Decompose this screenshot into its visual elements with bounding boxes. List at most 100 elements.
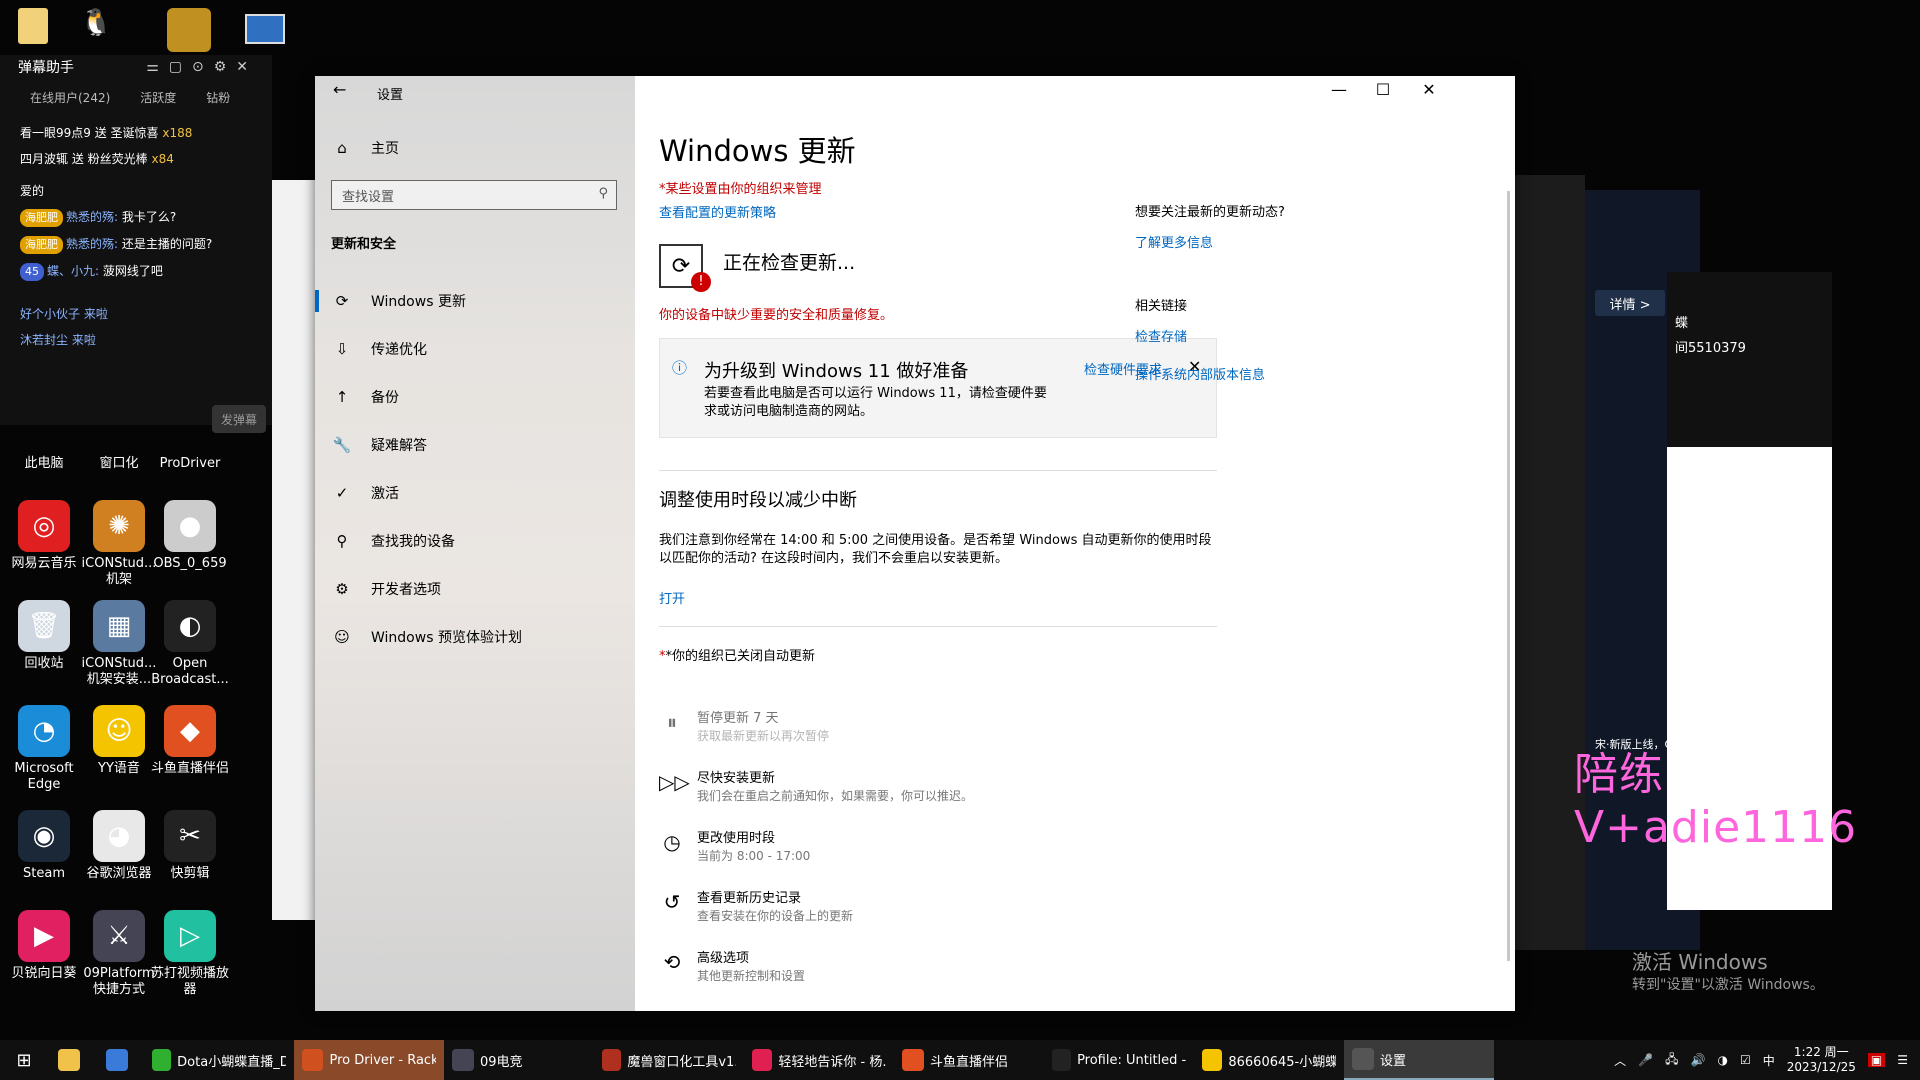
volume-icon[interactable]: 🔊	[1691, 1053, 1706, 1067]
danmu-panel: 弹幕助手 ⚌▢⊙⚙✕ 在线用户(242) 活跃度 钻粉 看一眼99点9 送 圣诞…	[0, 55, 272, 433]
danmu-message: 爱的	[20, 184, 45, 198]
home-icon: ⌂	[337, 139, 347, 157]
option-subtitle: 当前为 8:00 - 17:00	[697, 849, 811, 863]
nav-item[interactable]: ⟳ Windows 更新	[315, 286, 466, 316]
taskbar-item[interactable]: Dota小蝴蝶直播_D...	[144, 1040, 294, 1080]
update-option[interactable]: ▷▷ 尽快安装更新 我们会在重启之前通知你，如果需要，你可以推迟。	[659, 770, 973, 804]
win11-body: 若要查看此电脑是否可以运行 Windows 11，请检查硬件要求或访问电脑制造商…	[704, 386, 1047, 419]
gift-count: x84	[151, 152, 174, 166]
desktop-icon[interactable]: ✂ 快剪辑	[146, 810, 234, 882]
info-icon: ⓘ	[672, 359, 688, 377]
app-icon: ▷	[164, 910, 216, 962]
nav-item[interactable]: ☺ Windows 预览体验计划	[331, 622, 522, 652]
app-tray-icon[interactable]: ◑	[1717, 1053, 1727, 1067]
desktop-icon[interactable]: ▷ 苏打视频播放器	[146, 910, 234, 998]
desktop-icon[interactable]: ◆ProDriver	[146, 456, 234, 472]
option-title: 暂停更新 7 天	[697, 711, 779, 726]
stream-thumbnail[interactable]	[1667, 447, 1832, 637]
search-icon[interactable]: ⚲	[598, 186, 608, 201]
danmu-toolbar-icons[interactable]: ⚌▢⊙⚙✕	[146, 59, 258, 75]
nav-icon: ⚙	[335, 580, 349, 598]
action-center-icon[interactable]: ☰	[1897, 1053, 1908, 1067]
managed-notice: *某些设置由你的组织来管理	[659, 182, 822, 197]
update-option[interactable]: ◷ 更改使用时段 当前为 8:00 - 17:00	[659, 830, 810, 864]
microphone-icon[interactable]: 🎤	[1638, 1053, 1653, 1067]
option-text: 高级选项 其他更新控制和设置	[697, 950, 805, 984]
taskbar-item[interactable]: 魔兽窗口化工具v1....	[594, 1040, 744, 1080]
send-danmu-button[interactable]: 发弹幕	[212, 405, 266, 433]
tab-online-users[interactable]: 在线用户(242)	[30, 89, 110, 106]
nav-icon: 🔧	[332, 436, 352, 454]
window-title: 设置	[377, 88, 404, 103]
desktop-icon[interactable]: ◐ Open Broadcast...	[146, 600, 234, 688]
update-option[interactable]: ↺ 查看更新历史记录 查看安装在你的设备上的更新	[659, 890, 853, 924]
turn-on-link[interactable]: 打开	[659, 588, 685, 607]
danmu-gift-message: 看一眼99点9 送 圣诞惊喜 x188	[0, 120, 272, 146]
network-icon[interactable]: 🖧	[1665, 1050, 1678, 1071]
nav-label: 开发者选项	[371, 582, 441, 598]
app-icon: 🗑	[18, 600, 70, 652]
taskbar-item[interactable]: 09电竞	[444, 1040, 594, 1080]
close-icon[interactable]: ✕	[1409, 80, 1449, 99]
nav-icon: ⟳	[335, 292, 349, 310]
taskbar-item[interactable]: 斗鱼直播伴侣	[894, 1040, 1044, 1080]
qq-icon[interactable]: 🐧	[80, 8, 112, 44]
warning-icon: !	[691, 272, 711, 292]
pinned-app-icon[interactable]	[96, 1040, 144, 1080]
nav-item[interactable]: 🔧 疑难解答	[331, 430, 427, 460]
folder-icon[interactable]	[18, 8, 48, 44]
option-subtitle: 我们会在重启之前通知你，如果需要，你可以推迟。	[697, 789, 974, 803]
message-text: 还是主播的问题?	[121, 237, 213, 251]
notification-badge-icon[interactable]: ▣	[1867, 1053, 1886, 1067]
ime-icon[interactable]: 中	[1763, 1052, 1775, 1069]
nav-item[interactable]: ↑ 备份	[331, 382, 399, 412]
win11-card: ⓘ 为升级到 Windows 11 做好准备 若要查看此电脑是否可以运行 Win…	[659, 338, 1217, 438]
clock-date: 2023/12/25	[1786, 1060, 1856, 1074]
option-title: 尽快安装更新	[697, 771, 776, 786]
auto-update-off-notice: **你的组织已关闭自动更新	[659, 649, 816, 664]
app-icon: ◆	[164, 705, 216, 757]
start-button[interactable]: ⊞	[0, 1040, 48, 1080]
nav-item[interactable]: ✓ 激活	[331, 478, 399, 508]
taskbar-item[interactable]: Pro Driver - Rack	[294, 1040, 444, 1080]
window-app-icon[interactable]	[245, 14, 285, 44]
fan-badge: 海肥肥	[20, 236, 63, 254]
search-input[interactable]: 查找设置 ⚲	[331, 180, 617, 210]
learn-more-link[interactable]: 了解更多信息	[1135, 232, 1213, 251]
desktop-icon[interactable]: ◆ 斗鱼直播伴侣	[146, 705, 234, 777]
clock[interactable]: 1:22 周一 2023/12/25	[1787, 1045, 1856, 1075]
nav-home[interactable]: ⌂ 主页	[331, 133, 399, 163]
taskbar-item[interactable]: 86660645-小蝴蝶_	[1194, 1040, 1344, 1080]
scrollbar[interactable]	[1507, 191, 1510, 961]
system-tray: ︿ 🎤 🖧 🔊 ◑ ☑ 中 1:22 周一 2023/12/25 ▣ ☰	[1614, 1040, 1920, 1080]
divider	[659, 626, 1217, 627]
taskbar-item[interactable]: 轻轻地告诉你 - 杨...	[744, 1040, 894, 1080]
update-option[interactable]: ⏸ 暂停更新 7 天获取最新更新以再次暂停	[659, 710, 829, 744]
tab-activity[interactable]: 活跃度	[140, 89, 176, 106]
taskbar-items: Dota小蝴蝶直播_D... Pro Driver - Rack 09电竞 魔兽窗口化…	[144, 1040, 1494, 1080]
checkbox-tray-icon[interactable]: ☑	[1740, 1053, 1751, 1067]
nav-item[interactable]: ⇩ 传递优化	[331, 334, 427, 364]
back-arrow-icon[interactable]: ←	[333, 80, 346, 99]
os-build-info-link[interactable]: 操作系统内部版本信息	[1135, 364, 1265, 383]
missing-fixes-warning: 你的设备中缺少重要的安全和质量修复。	[659, 308, 894, 323]
app-icon: ▶	[18, 910, 70, 962]
game-icon[interactable]	[167, 8, 211, 52]
minimize-icon[interactable]: —	[1319, 80, 1359, 99]
nav-item[interactable]: ⚲ 查找我的设备	[331, 526, 456, 556]
desktop-icon-label: ProDriver	[159, 456, 221, 471]
maximize-icon[interactable]: ☐	[1363, 80, 1403, 99]
tab-diamond-fans[interactable]: 钻粉	[206, 89, 230, 106]
policy-link[interactable]: 查看配置的更新策略	[659, 202, 776, 221]
taskbar-item[interactable]: 设置	[1344, 1040, 1494, 1080]
check-storage-link[interactable]: 检查存储	[1135, 326, 1187, 345]
message-text: 菠网线了吧	[102, 264, 163, 278]
update-option[interactable]: ⟲ 高级选项 其他更新控制和设置	[659, 950, 805, 984]
show-hidden-icon[interactable]: ︿	[1614, 1052, 1626, 1069]
taskbar-item[interactable]: Profile: Untitled - ...	[1044, 1040, 1194, 1080]
related-links-heading: 相关链接	[1135, 299, 1188, 314]
detail-button[interactable]: 详情 >	[1595, 290, 1665, 316]
file-explorer-icon[interactable]	[48, 1040, 96, 1080]
desktop-icon[interactable]: ● OBS_0_659	[146, 500, 234, 572]
nav-item[interactable]: ⚙ 开发者选项	[331, 574, 441, 604]
